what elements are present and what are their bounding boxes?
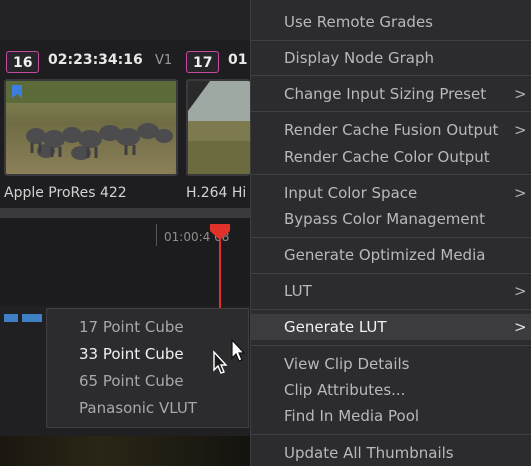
submenu-item-17-point-cube[interactable]: 17 Point Cube [47,314,250,340]
menu-item-label: Update All Thumbnails [284,444,454,462]
menu-item-render-cache-color-output[interactable]: Render Cache Color Output [251,144,531,170]
menu-item-label: Display Node Graph [284,49,434,67]
menu-separator [251,111,531,112]
clip-number-badge: 17 [186,51,220,73]
clip-codec-label: Apple ProRes 422 [4,185,127,201]
menu-item-label: Input Color Space [284,184,418,202]
menu-item-display-node-graph[interactable]: Display Node Graph [251,45,531,71]
clip-number-badge: 16 [6,51,40,73]
menu-item-label: Generate LUT [284,318,387,336]
clip-track: V1 [155,53,173,68]
clip-codec-label: H.264 Hi [186,185,247,201]
menu-item-input-color-space[interactable]: Input Color Space > [251,180,531,206]
submenu-item-label: 17 Point Cube [79,318,184,336]
menu-separator [251,434,531,435]
menu-separator [251,309,531,310]
menu-item-label: Render Cache Color Output [284,148,490,166]
bookmark-flag-icon [12,83,22,102]
menu-item-generate-optimized-media[interactable]: Generate Optimized Media [251,242,531,268]
clip-thumbnail[interactable] [186,79,250,176]
menu-item-lut[interactable]: LUT > [251,278,531,304]
ruler-tick [156,224,157,246]
track-clip[interactable] [22,314,42,322]
clip-timecode: 02:23:34:16 [48,52,143,68]
submenu-item-label: 65 Point Cube [79,372,184,390]
menu-separator [251,75,531,76]
clip-context-menu: Use Remote Grades Display Node Graph Cha… [250,0,531,466]
viewer-strip [0,436,250,466]
menu-item-clip-attributes[interactable]: Clip Attributes... [251,377,531,403]
chevron-right-icon: > [514,85,527,103]
chevron-right-icon: > [514,184,527,202]
arrow-pointer-icon [212,338,252,382]
menu-item-label: Generate Optimized Media [284,246,486,264]
track-clip[interactable] [4,314,18,322]
timeline-scrollbar[interactable] [0,208,250,218]
menu-item-label: Bypass Color Management [284,210,486,228]
submenu-item-label: Panasonic VLUT [79,399,197,417]
menu-item-label: Change Input Sizing Preset [284,85,487,103]
thumbnail-image [188,81,250,174]
submenu-item-panasonic-vlut[interactable]: Panasonic VLUT [47,395,250,421]
menu-item-label: Use Remote Grades [284,13,433,31]
menu-separator [251,345,531,346]
menu-separator [251,40,531,41]
menu-item-view-clip-details[interactable]: View Clip Details [251,351,531,377]
menu-item-change-input-sizing-preset[interactable]: Change Input Sizing Preset > [251,81,531,107]
submenu-item-label: 33 Point Cube [79,345,184,363]
chevron-right-icon: > [514,282,527,300]
menu-separator [251,237,531,238]
clip-thumbnail[interactable] [4,79,178,176]
clip-thumbnail-row: 16 02:23:34:16 V1 17 01 Apple ProRes 422… [0,40,250,208]
top-strip [0,0,250,40]
menu-item-label: LUT [284,282,312,300]
menu-separator [251,174,531,175]
menu-item-render-cache-fusion-output[interactable]: Render Cache Fusion Output > [251,117,531,143]
thumbnail-image [6,81,176,174]
menu-item-bypass-color-management[interactable]: Bypass Color Management [251,206,531,232]
menu-item-label: Clip Attributes... [284,381,406,399]
menu-item-label: Find In Media Pool [284,407,420,425]
menu-separator [251,273,531,274]
clip-timecode: 01 [228,52,248,68]
menu-item-label: Render Cache Fusion Output [284,121,499,139]
playhead-handle[interactable] [210,224,230,244]
chevron-right-icon: > [514,121,527,139]
menu-item-use-remote-grades[interactable]: Use Remote Grades [251,9,531,35]
menu-item-label: View Clip Details [284,355,410,373]
chevron-right-icon: > [514,318,527,336]
menu-item-find-in-media-pool[interactable]: Find In Media Pool [251,403,531,429]
menu-item-generate-lut[interactable]: Generate LUT > [251,314,531,340]
menu-item-update-all-thumbnails[interactable]: Update All Thumbnails [251,440,531,466]
